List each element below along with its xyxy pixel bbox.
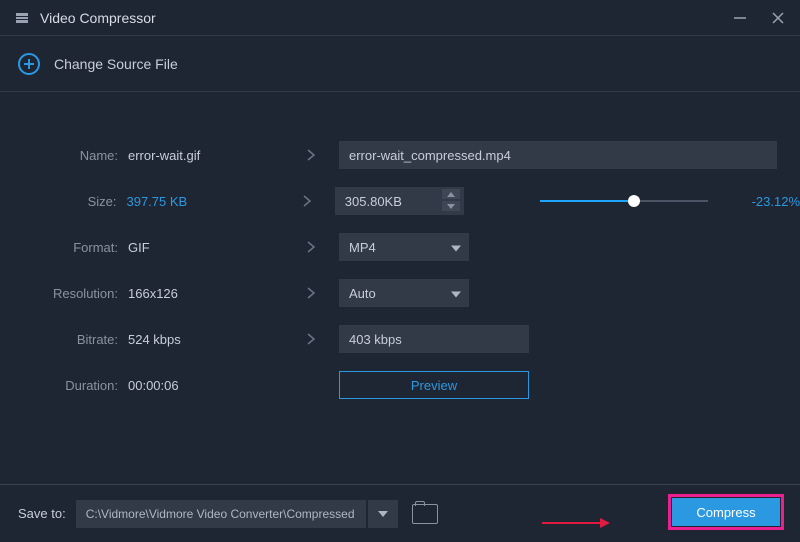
- app-logo-icon: [14, 10, 30, 26]
- row-format: Format: GIF MP4: [0, 224, 800, 270]
- change-source-label[interactable]: Change Source File: [54, 56, 178, 72]
- window-title: Video Compressor: [40, 10, 156, 26]
- output-format-value: MP4: [349, 240, 376, 255]
- close-button[interactable]: [770, 10, 786, 26]
- save-path-value: C:\Vidmore\Vidmore Video Converter\Compr…: [86, 507, 355, 521]
- output-size-value: 305.80KB: [345, 194, 402, 209]
- arrow-icon: [280, 194, 335, 208]
- save-path-dropdown[interactable]: [368, 500, 398, 528]
- row-resolution: Resolution: 166x126 Auto: [0, 270, 800, 316]
- label-name: Name:: [0, 148, 128, 163]
- minimize-button[interactable]: [732, 10, 748, 26]
- compress-button[interactable]: Compress: [672, 498, 780, 526]
- titlebar: Video Compressor: [0, 0, 800, 36]
- source-resolution: 166x126: [128, 286, 283, 301]
- output-resolution-select[interactable]: Auto: [339, 279, 469, 307]
- source-duration: 00:00:06: [128, 378, 283, 393]
- source-format: GIF: [128, 240, 283, 255]
- chevron-down-icon: [451, 286, 461, 301]
- output-format-select[interactable]: MP4: [339, 233, 469, 261]
- row-size: Size: 397.75 KB 305.80KB -23.12%: [0, 178, 800, 224]
- add-source-icon[interactable]: [18, 53, 40, 75]
- label-bitrate: Bitrate:: [0, 332, 128, 347]
- size-step-up[interactable]: [442, 189, 460, 199]
- size-step-down[interactable]: [442, 201, 460, 211]
- bottom-bar: Save to: C:\Vidmore\Vidmore Video Conver…: [0, 484, 800, 542]
- label-resolution: Resolution:: [0, 286, 128, 301]
- size-slider[interactable]: [540, 194, 708, 208]
- annotation-arrow: [542, 518, 610, 528]
- arrow-icon: [283, 240, 339, 254]
- size-slider-wrap: -23.12%: [540, 194, 800, 209]
- slider-fill: [540, 200, 634, 202]
- row-bitrate: Bitrate: 524 kbps 403 kbps: [0, 316, 800, 362]
- save-to-label: Save to:: [18, 506, 66, 521]
- row-duration: Duration: 00:00:06 Preview: [0, 362, 800, 408]
- chevron-down-icon: [451, 240, 461, 255]
- open-folder-button[interactable]: [412, 504, 438, 524]
- output-resolution-value: Auto: [349, 286, 376, 301]
- label-format: Format:: [0, 240, 128, 255]
- save-path-field[interactable]: C:\Vidmore\Vidmore Video Converter\Compr…: [76, 500, 366, 528]
- row-name: Name: error-wait.gif: [0, 132, 800, 178]
- output-size-stepper[interactable]: 305.80KB: [335, 187, 464, 215]
- size-percent: -23.12%: [752, 194, 800, 209]
- arrow-icon: [283, 148, 339, 162]
- annotation-highlight: Compress: [668, 494, 784, 530]
- output-name-value[interactable]: [349, 148, 767, 163]
- label-size: Size:: [0, 194, 126, 209]
- output-bitrate-field: 403 kbps: [339, 325, 529, 353]
- source-name: error-wait.gif: [128, 148, 283, 163]
- change-source-header: Change Source File: [0, 36, 800, 92]
- source-size: 397.75 KB: [126, 194, 279, 209]
- output-name-input[interactable]: [339, 141, 777, 169]
- arrow-icon: [283, 332, 339, 346]
- form-area: Name: error-wait.gif Size: 397.75 KB 305…: [0, 92, 800, 408]
- output-bitrate-value: 403 kbps: [349, 332, 402, 347]
- slider-thumb[interactable]: [628, 195, 640, 207]
- source-bitrate: 524 kbps: [128, 332, 283, 347]
- preview-button[interactable]: Preview: [339, 371, 529, 399]
- label-duration: Duration:: [0, 378, 128, 393]
- arrow-icon: [283, 286, 339, 300]
